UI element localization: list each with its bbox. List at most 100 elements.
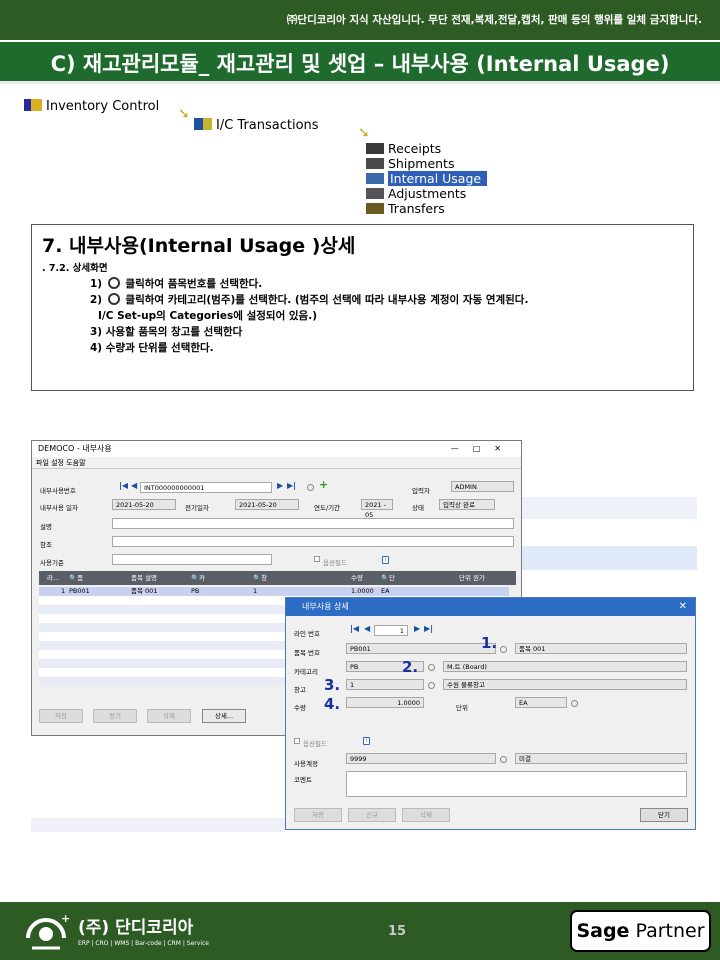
col-category[interactable]: 🔍 카테고리: [191, 571, 205, 624]
save-button[interactable]: 저장: [39, 709, 83, 723]
step-2-note: I/C Set-up의 Categories에 설정되어 있음.): [98, 310, 317, 322]
category-label: 카테고리: [294, 668, 318, 676]
location-field[interactable]: 1: [346, 679, 424, 690]
delete-button[interactable]: 삭제: [402, 808, 450, 822]
section-subheading: . 7.2. 상세화면: [42, 263, 108, 274]
partner-label: Partner: [635, 920, 705, 942]
location-label: 창고: [294, 686, 306, 694]
info-icon[interactable]: i: [363, 737, 370, 745]
search-icon[interactable]: [571, 700, 578, 707]
company-tagline: ERP | CRO | WMS | Bar-code | CRM | Servi…: [78, 940, 209, 947]
company-logo-icon: +: [26, 912, 70, 950]
quantity-field[interactable]: 1.0000: [346, 697, 424, 708]
background-band: [522, 497, 697, 519]
account-desc-field: 미결: [515, 753, 687, 764]
nav-prev-icon[interactable]: ◀: [364, 624, 370, 633]
menu-item-receipts[interactable]: Receipts: [366, 141, 441, 156]
transfers-icon: [366, 203, 384, 214]
optional-fields-checkbox[interactable]: [314, 556, 320, 562]
col-item-no[interactable]: 🔍 품목 번호: [69, 571, 83, 624]
post-button[interactable]: 전기: [93, 709, 137, 723]
search-icon[interactable]: [500, 646, 507, 653]
category-desc-field: M.트 (Board): [443, 661, 687, 672]
reference-field[interactable]: [112, 536, 514, 547]
nav-next-icon[interactable]: ▶: [277, 481, 283, 490]
internal-usage-icon: [366, 173, 384, 184]
col-unit[interactable]: 🔍 단위: [381, 571, 395, 596]
company-name: (주) 단디코리아: [78, 918, 194, 938]
inventory-icon: [24, 99, 42, 111]
nav-ic-transactions[interactable]: I/C Transactions: [194, 118, 319, 133]
adjustments-icon: [366, 188, 384, 199]
nav-next-icon[interactable]: ▶: [414, 624, 420, 633]
step-3: 3) 사용할 품목의 창고를 선택한다: [90, 326, 243, 338]
quantity-label: 수량: [294, 704, 306, 712]
item-desc-field: 품목 001: [515, 643, 687, 654]
callout-3: 3.: [324, 676, 341, 694]
step-1: 1) 클릭하여 품목번호를 선택한다.: [90, 277, 263, 290]
window-controls[interactable]: —□✕: [451, 441, 515, 457]
reference-label: 참조: [40, 541, 52, 549]
search-icon[interactable]: [307, 484, 314, 491]
doc-no-label: 내부사용번호: [40, 487, 76, 495]
search-icon[interactable]: [428, 682, 435, 689]
magnifier-icon: [107, 293, 120, 305]
nav-prev-icon[interactable]: ◀: [131, 481, 137, 490]
page-title: C) 재고관리모듈_ 재고관리 및 셋업 – 내부사용 (Internal Us…: [0, 40, 720, 84]
item-no-field[interactable]: PB001: [346, 643, 496, 654]
year-period-label: 연도/기간: [314, 504, 341, 512]
window-menubar[interactable]: 파일 설정 도움말: [32, 457, 521, 469]
detail-button[interactable]: 상세...: [202, 709, 246, 723]
window-title: DEMOCO - 내부사용: [38, 444, 112, 453]
menu-item-internal-usage[interactable]: Internal Usage: [366, 171, 488, 186]
col-line: 라...: [47, 574, 60, 582]
info-icon[interactable]: i: [382, 556, 389, 564]
nav-last-icon[interactable]: ▶|: [424, 624, 433, 633]
optional-fields-label: 옵션필드: [303, 740, 327, 748]
add-icon[interactable]: +: [319, 478, 328, 491]
line-no-label: 라인 번호: [294, 630, 320, 638]
save-button[interactable]: 저장: [294, 808, 342, 822]
receipts-icon: [366, 143, 384, 154]
nav-first-icon[interactable]: |◀: [119, 481, 128, 490]
nav-level1-label: Inventory Control: [46, 99, 160, 114]
nav-last-icon[interactable]: ▶|: [287, 481, 296, 490]
optional-fields-checkbox[interactable]: [294, 738, 300, 744]
nav-inventory-control[interactable]: Inventory Control: [24, 99, 159, 114]
description-field[interactable]: [112, 518, 514, 529]
optional-fields-label: 옵션필드: [323, 559, 347, 567]
year-period-field[interactable]: 2021 - 05: [361, 499, 393, 519]
table-row[interactable]: 1 PB001 품목 001 PB 1 1.0000 EA: [39, 587, 509, 596]
callout-2: 2.: [402, 658, 419, 676]
menu-item-transfers[interactable]: Transfers: [366, 201, 445, 216]
line-no-field[interactable]: 1: [374, 625, 408, 636]
unit-field[interactable]: EA: [515, 697, 567, 708]
col-item-desc: 품목 설명: [131, 574, 157, 582]
copyright-notice: ㈜단디코리아 지식 자산입니다. 무단 전재,복제,전달,캡처, 판매 등의 행…: [286, 14, 702, 26]
arrow-icon: ➘: [358, 125, 370, 141]
new-button[interactable]: 신규: [348, 808, 396, 822]
step-4: 4) 수량과 단위를 선택한다.: [90, 342, 214, 354]
expense-basis-field[interactable]: [112, 554, 272, 565]
nav-first-icon[interactable]: |◀: [350, 624, 359, 633]
menu-item-shipments[interactable]: Shipments: [366, 156, 454, 171]
col-location[interactable]: 🔍 창고: [253, 571, 267, 596]
delete-button[interactable]: 삭제: [147, 709, 191, 723]
status-field: 입력상 완료: [439, 499, 495, 510]
menu-item-adjustments[interactable]: Adjustments: [366, 186, 466, 201]
account-field[interactable]: 9999: [346, 753, 496, 764]
status-label: 상태: [412, 504, 424, 512]
close-button[interactable]: 닫기: [640, 808, 688, 822]
description-box: 7. 내부사용(Internal Usage )상세 . 7.2. 상세화면 1…: [31, 224, 694, 391]
top-notice-bar: ㈜단디코리아 지식 자산입니다. 무단 전재,복제,전달,캡처, 판매 등의 행…: [0, 0, 720, 40]
search-icon[interactable]: [500, 756, 507, 763]
internal-usage-detail-dialog: 내부사용 상세 ✕ 라인 번호 |◀ ◀ 1 ▶ ▶| 품목 번호 PB001 …: [285, 597, 696, 830]
comment-field[interactable]: [346, 771, 687, 797]
callout-4: 4.: [324, 695, 341, 713]
close-icon[interactable]: ✕: [679, 598, 687, 616]
doc-no-field[interactable]: INT000000000001: [140, 482, 272, 493]
post-date-field[interactable]: 2021-05-20: [235, 499, 299, 510]
search-icon[interactable]: [428, 664, 435, 671]
entered-by-label: 입력자: [412, 487, 430, 495]
date-field[interactable]: 2021-05-20: [112, 499, 176, 510]
